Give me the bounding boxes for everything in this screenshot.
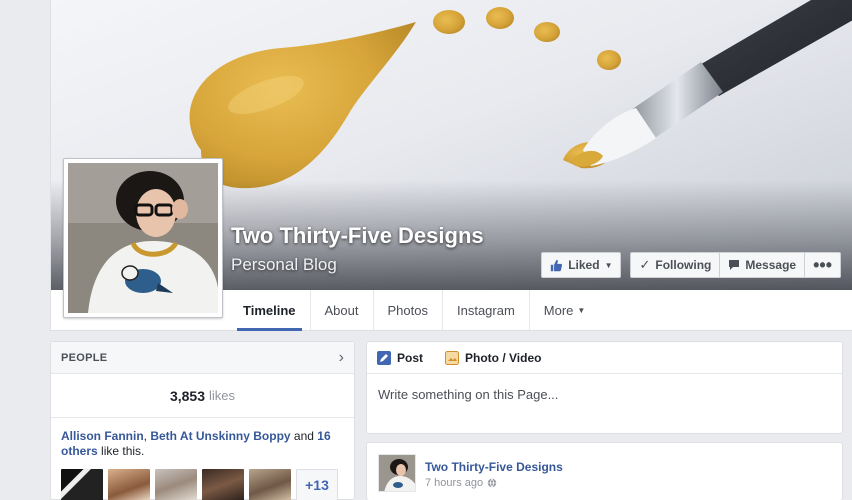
tab-timeline[interactable]: Timeline — [229, 290, 311, 331]
composer-input-area — [367, 374, 842, 415]
message-label: Message — [745, 258, 797, 272]
liked-label: Liked — [568, 258, 600, 272]
more-friends-count[interactable]: +13 — [296, 469, 338, 500]
and-text: and — [293, 429, 314, 443]
composer-post-label: Post — [397, 350, 424, 365]
people-card: PEOPLE › 3,853 likes Allison Fannin, Bet… — [50, 341, 355, 500]
timeline-post: Two Thirty-Five Designs 7 hours ago — [366, 442, 843, 500]
cover-card: Two Thirty-Five Designs Personal Blog Li… — [50, 0, 852, 331]
friend-avatar[interactable] — [202, 469, 244, 500]
tab-instagram[interactable]: Instagram — [443, 290, 530, 330]
post-composer: Post Photo / Video — [366, 341, 843, 434]
follow-message-group: ✓ Following Message ••• — [630, 252, 841, 278]
people-header[interactable]: PEOPLE › — [51, 342, 354, 374]
friend-avatar[interactable] — [108, 469, 150, 500]
post-author-name[interactable]: Two Thirty-Five Designs — [425, 460, 563, 474]
chevron-right-icon[interactable]: › — [339, 349, 344, 367]
more-actions-button[interactable]: ••• — [805, 252, 841, 278]
message-button[interactable]: Message — [720, 252, 806, 278]
tab-more[interactable]: More ▼ — [530, 290, 600, 330]
message-icon — [729, 260, 740, 270]
composer-text-input[interactable] — [378, 387, 831, 402]
thumbs-up-icon — [551, 259, 563, 271]
more-dots-icon: ••• — [813, 255, 832, 275]
tab-photos[interactable]: Photos — [374, 290, 443, 330]
friend-avatar[interactable] — [61, 469, 103, 500]
friend-link-1[interactable]: Allison Fannin — [61, 429, 144, 443]
chevron-down-icon: ▼ — [577, 305, 586, 315]
tab-about[interactable]: About — [311, 290, 374, 330]
tab-instagram-label: Instagram — [456, 302, 515, 318]
composer-tab-post[interactable]: Post — [377, 350, 424, 365]
page-actions: Liked ▼ ✓ Following Message ••• — [541, 252, 841, 278]
like-this-text: like this. — [101, 444, 145, 458]
people-title: PEOPLE — [61, 351, 108, 364]
post-timestamp[interactable]: 7 hours ago — [425, 477, 497, 489]
profile-picture[interactable] — [63, 158, 223, 318]
composer-tab-photo-video[interactable]: Photo / Video — [445, 350, 542, 365]
tab-photos-label: Photos — [387, 302, 428, 318]
photo-icon — [445, 350, 460, 365]
tab-about-label: About — [324, 302, 359, 318]
tab-timeline-label: Timeline — [243, 302, 296, 318]
globe-icon — [487, 478, 497, 488]
pencil-icon — [377, 350, 391, 365]
profile-photo — [68, 163, 218, 313]
tab-more-label: More — [543, 302, 574, 318]
following-button[interactable]: ✓ Following — [630, 252, 721, 278]
friend-avatar[interactable] — [249, 469, 291, 500]
likes-count: 3,853 — [169, 387, 206, 404]
page-tabs: Timeline About Photos Instagram More ▼ — [229, 290, 600, 331]
composer-photo-label: Photo / Video — [465, 350, 542, 365]
page-category[interactable]: Personal Blog — [231, 255, 337, 275]
friend-thumbnails: +13 — [61, 469, 338, 500]
page-name[interactable]: Two Thirty-Five Designs — [231, 223, 484, 249]
post-time-text: 7 hours ago — [425, 477, 484, 489]
following-label: Following — [655, 258, 712, 272]
chevron-down-icon: ▼ — [604, 260, 613, 270]
likes-unit: likes — [209, 388, 236, 403]
post-author-avatar[interactable] — [378, 454, 416, 492]
friends-like-text: Allison Fannin, Beth At Unskinny Boppy a… — [51, 418, 354, 459]
liked-button[interactable]: Liked ▼ — [541, 252, 622, 278]
likes-row[interactable]: 3,853 likes — [51, 374, 354, 418]
check-icon: ✓ — [639, 257, 651, 272]
composer-tabs: Post Photo / Video — [367, 342, 842, 374]
friend-avatar[interactable] — [155, 469, 197, 500]
friend-link-2[interactable]: Beth At Unskinny Boppy — [150, 429, 290, 443]
